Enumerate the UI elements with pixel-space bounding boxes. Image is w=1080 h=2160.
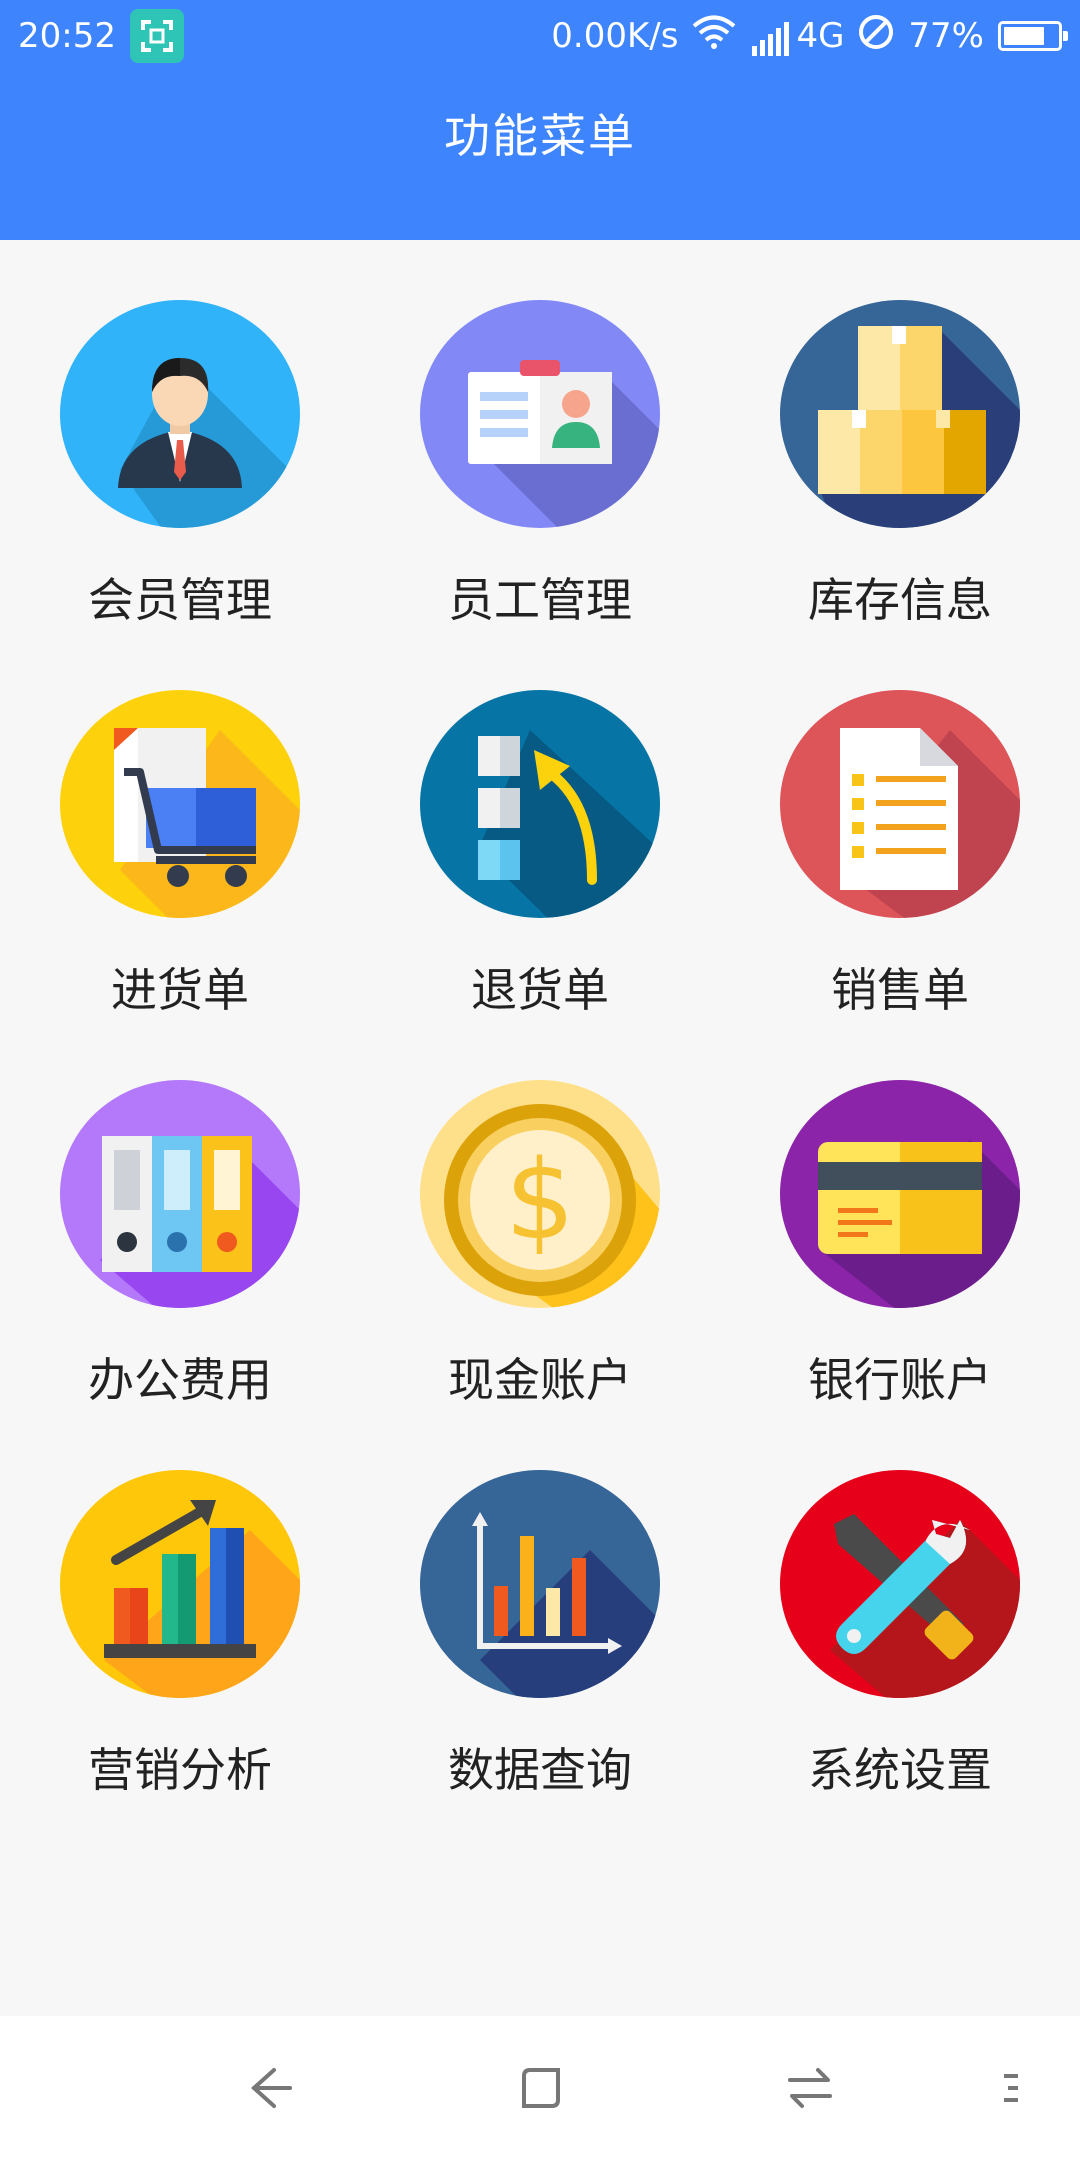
menu-item-member[interactable]: 会员管理	[0, 240, 360, 630]
menu-icon	[1004, 2074, 1018, 2102]
menu-item-employee[interactable]: 员工管理	[360, 240, 720, 630]
menu-label: 退货单	[471, 963, 609, 1017]
return-arrow-icon	[420, 690, 660, 918]
switch-icon	[788, 2068, 832, 2108]
home-icon	[522, 2068, 560, 2108]
menu-label: 库存信息	[808, 573, 992, 627]
wrench-screwdriver-icon	[780, 1470, 1020, 1698]
dollar-coin-icon: $	[420, 1080, 660, 1308]
employee-card-icon	[420, 300, 660, 528]
menu-item-marketing-analysis[interactable]: 营销分析	[0, 1410, 360, 1800]
menu-label: 办公费用	[88, 1353, 272, 1407]
home-button[interactable]	[504, 2052, 576, 2124]
back-button[interactable]	[234, 2052, 306, 2124]
menu-item-office-expense[interactable]: 办公费用	[0, 1020, 360, 1410]
screenshot-icon	[129, 9, 184, 63]
menu-label: 银行账户	[808, 1353, 992, 1407]
inventory-boxes-icon	[780, 300, 1020, 528]
menu-button[interactable]	[984, 2052, 1040, 2124]
bar-chart-icon	[420, 1470, 660, 1698]
net-speed: 0.00K/s	[551, 16, 679, 56]
menu-item-purchase-order[interactable]: 进货单	[0, 630, 360, 1020]
status-bar: 20:52 0.00K/s 4G 77%	[0, 0, 1080, 72]
menu-item-sales-order[interactable]: 销售单	[720, 630, 1080, 1020]
shopping-cart-icon	[60, 690, 300, 918]
menu-item-data-query[interactable]: 数据查询	[360, 1410, 720, 1800]
battery-percent: 77%	[908, 16, 984, 56]
menu-label: 进货单	[111, 963, 249, 1017]
battery-icon	[998, 21, 1068, 51]
battery-fill	[1004, 27, 1045, 45]
menu-item-return-order[interactable]: 退货单	[360, 630, 720, 1020]
menu-item-bank-account[interactable]: 银行账户	[720, 1020, 1080, 1410]
menu-label: 会员管理	[88, 573, 272, 627]
svg-text:$: $	[505, 1136, 575, 1264]
menu-label: 现金账户	[448, 1353, 632, 1407]
menu-label: 营销分析	[88, 1743, 272, 1797]
no-disturb-icon	[858, 14, 894, 59]
growth-chart-icon	[60, 1470, 300, 1698]
status-time: 20:52	[18, 16, 116, 56]
menu-label: 系统设置	[808, 1743, 992, 1797]
bank-card-icon	[780, 1080, 1020, 1308]
member-icon	[60, 300, 300, 528]
network-type: 4G	[796, 16, 845, 56]
menu-item-inventory[interactable]: 库存信息	[720, 240, 1080, 630]
back-icon	[251, 2068, 292, 2108]
wifi-icon	[692, 15, 736, 58]
page-title: 功能菜单	[444, 109, 636, 163]
switch-button[interactable]	[774, 2052, 846, 2124]
menu-label: 员工管理	[448, 573, 632, 627]
menu-item-cash-account[interactable]: $ 现金账户	[360, 1020, 720, 1410]
sales-document-icon	[780, 690, 1020, 918]
menu-label: 销售单	[831, 963, 969, 1017]
menu-item-system-settings[interactable]: 系统设置	[720, 1410, 1080, 1800]
binders-icon	[60, 1080, 300, 1308]
app-header: 20:52 0.00K/s 4G 77% 功能菜单	[0, 0, 1080, 240]
system-nav-bar	[0, 2016, 1080, 2160]
signal-icon: 4G	[750, 16, 844, 56]
menu-label: 数据查询	[448, 1743, 632, 1797]
